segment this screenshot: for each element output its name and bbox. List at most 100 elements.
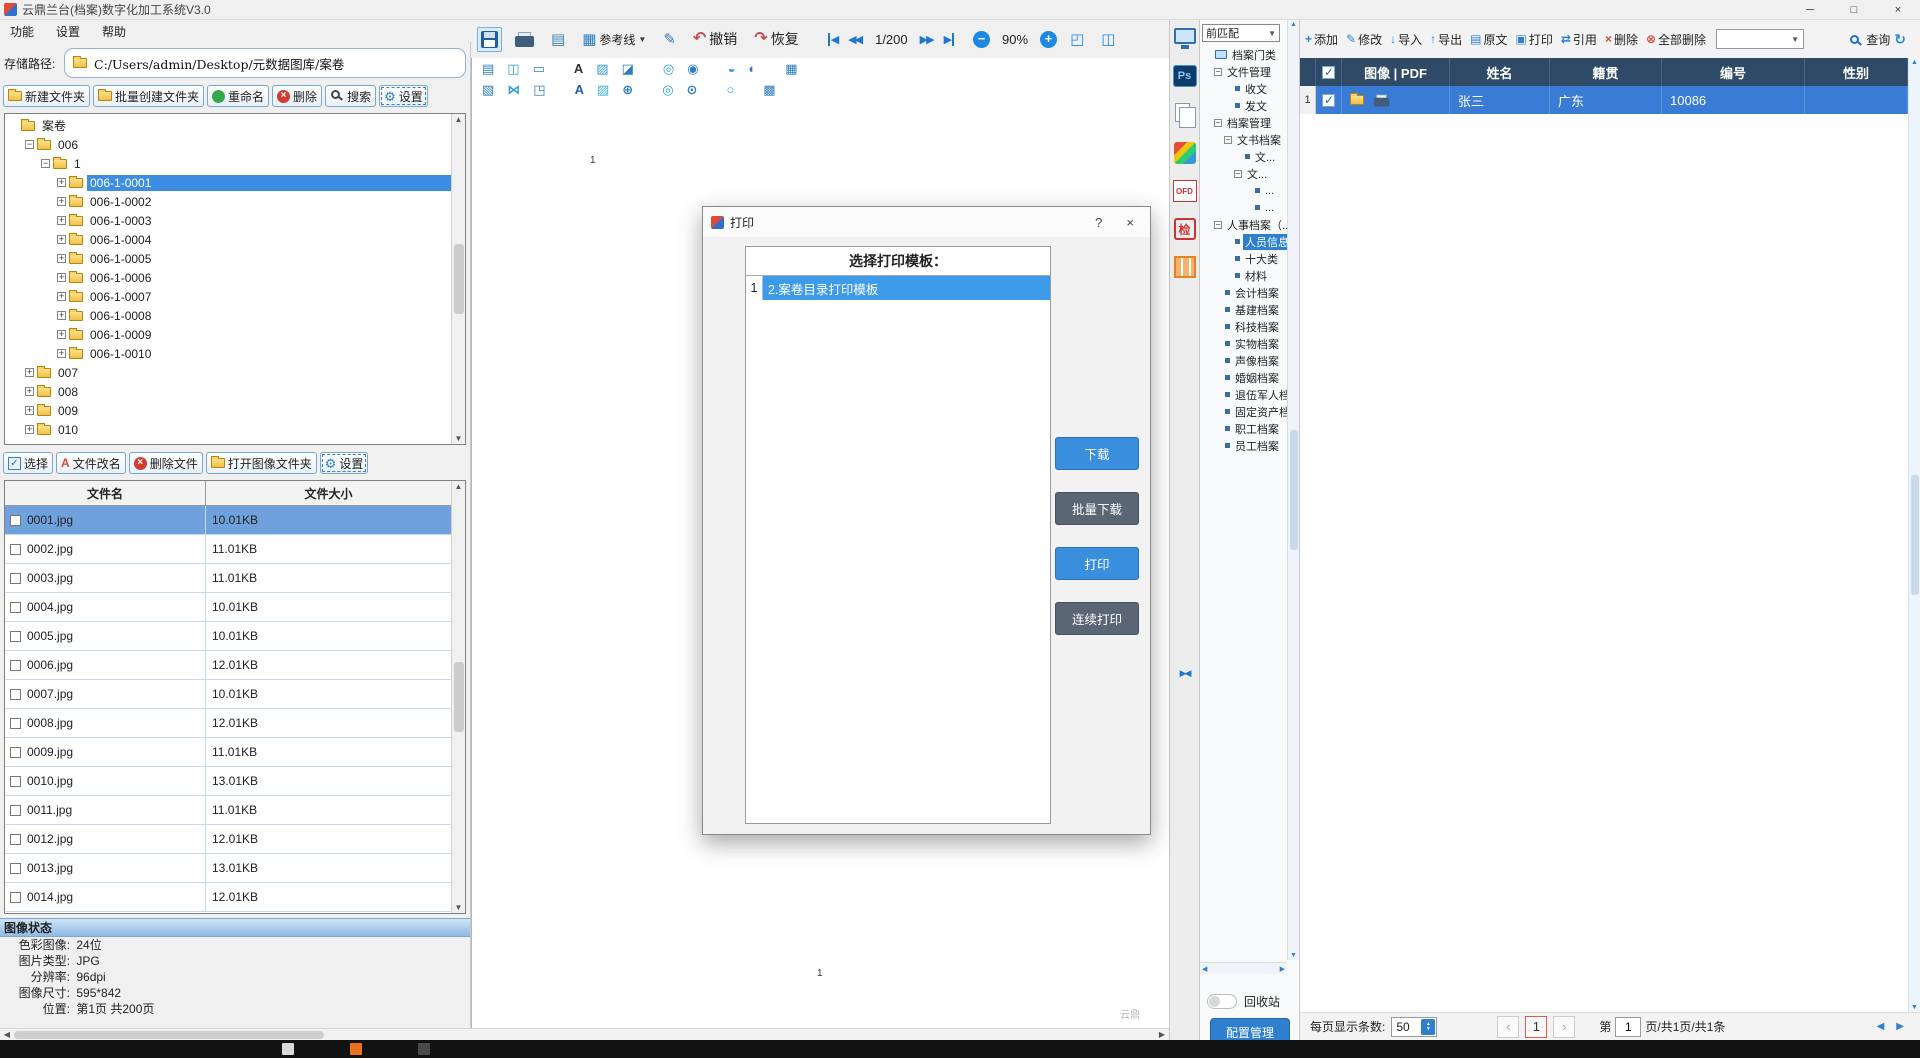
scroll-down-icon[interactable]: ▼	[455, 434, 463, 443]
file-toolbar-button[interactable]: 选择	[3, 452, 53, 474]
column-header-filesize[interactable]: 文件大小	[206, 481, 451, 505]
watermark-icon[interactable]: ⊙	[687, 83, 698, 96]
focus-icon[interactable]: ◎	[662, 83, 673, 96]
folder-toolbar-button[interactable]: 搜索	[325, 85, 376, 107]
catalog-tree-item[interactable]: 收文	[1202, 80, 1287, 97]
dialog-help-button[interactable]: ?	[1095, 215, 1102, 230]
scroll-down-icon[interactable]: ▼	[1911, 1004, 1918, 1011]
menu-settings[interactable]: 设置	[56, 23, 80, 40]
scroll-thumb[interactable]	[454, 244, 464, 314]
scroll-right-icon[interactable]: ▶	[1280, 965, 1285, 973]
scroll-left-icon[interactable]: ◀	[1877, 1021, 1885, 1032]
ink-drop-icon[interactable]: ◒	[728, 62, 736, 75]
file-row[interactable]: 0005.jpg 10.01KB	[5, 622, 451, 651]
first-page-button[interactable]: ◀	[828, 33, 839, 46]
file-row[interactable]: 0013.jpg 13.01KB	[5, 854, 451, 883]
catalog-tree-item[interactable]: ...	[1202, 199, 1287, 216]
file-checkbox[interactable]	[10, 544, 21, 555]
image-link-icon[interactable]	[1350, 95, 1364, 105]
grid-view-icon[interactable]: ▦	[785, 62, 797, 75]
original-button[interactable]: ▤ 原文	[1470, 31, 1507, 48]
import-button[interactable]: ↓ 导入	[1390, 31, 1422, 48]
catalog-tree-item[interactable]: 人员信息	[1202, 233, 1287, 250]
tree-item[interactable]: − 1	[5, 154, 451, 173]
record-row[interactable]: 1 张三 广东 10086	[1300, 86, 1908, 114]
file-checkbox[interactable]	[10, 776, 21, 787]
file-row[interactable]: 0009.jpg 11.01KB	[5, 738, 451, 767]
fit-page-button[interactable]: ◰	[1066, 28, 1088, 51]
expander-icon[interactable]: −	[1214, 119, 1222, 127]
file-table-scrollbar[interactable]: ▲ ▼	[451, 481, 465, 913]
catalog-tree-item[interactable]: 文...	[1202, 148, 1287, 165]
catalog-tree-item[interactable]: 声像档案	[1202, 352, 1287, 369]
scroll-up-icon[interactable]: ▲	[455, 482, 463, 491]
column-header-name[interactable]: 姓名	[1450, 58, 1550, 86]
scroll-left-icon[interactable]: ◀	[1202, 965, 1207, 973]
undo-button[interactable]: ↶ 撤销	[689, 25, 741, 53]
redo-button[interactable]: ↷ 恢复	[750, 25, 802, 53]
add-button[interactable]: + 添加	[1305, 31, 1338, 48]
records-scrollbar[interactable]: ▲ ▼	[1908, 58, 1920, 1012]
file-checkbox[interactable]	[10, 805, 21, 816]
file-checkbox[interactable]	[10, 747, 21, 758]
copy-pages-icon[interactable]	[1175, 103, 1190, 122]
tree-item[interactable]: + 006-1-0001	[5, 173, 451, 192]
tree-item[interactable]: + 006-1-0005	[5, 249, 451, 268]
expander-icon[interactable]: +	[57, 311, 66, 320]
scroll-up-icon[interactable]: ▲	[455, 115, 463, 124]
catalog-tree-item[interactable]: 职工档案	[1202, 420, 1287, 437]
row-checkbox[interactable]	[1322, 94, 1335, 107]
tree-item[interactable]: + 006-1-0009	[5, 325, 451, 344]
catalog-tree-item[interactable]: 十大类	[1202, 250, 1287, 267]
file-toolbar-button[interactable]: 删除文件	[129, 452, 203, 474]
expander-icon[interactable]: −	[25, 140, 34, 149]
refresh-icon[interactable]: ↻	[1894, 31, 1906, 48]
last-page-button[interactable]: ▶	[944, 33, 954, 46]
column-header-filename[interactable]: 文件名	[5, 481, 206, 505]
tree-item[interactable]: + 006-1-0006	[5, 268, 451, 287]
dialog-action-button[interactable]: 连续打印	[1055, 602, 1139, 635]
dialog-close-button[interactable]: ×	[1126, 215, 1134, 230]
inspect-icon[interactable]: 检	[1174, 218, 1196, 240]
catalog-tree-item[interactable]: − 档案管理	[1202, 114, 1287, 131]
guides-dropdown[interactable]: ▦ 参考线 ▼	[578, 27, 650, 52]
scroll-thumb[interactable]	[454, 662, 464, 732]
tree-item[interactable]: + 006-1-0010	[5, 344, 451, 363]
ofd-icon[interactable]: OFD	[1173, 180, 1197, 202]
file-checkbox[interactable]	[10, 834, 21, 845]
spinner-icon[interactable]: ▲ ▼	[1421, 1019, 1435, 1035]
rotate-icon[interactable]: ⊕	[622, 83, 633, 96]
catalog-tree-item[interactable]: 发文	[1202, 97, 1287, 114]
catalog-horizontal-scrollbar[interactable]: ◀ ▶	[1200, 962, 1287, 974]
current-page-button[interactable]: 1	[1525, 1016, 1547, 1038]
camera-scanner-icon[interactable]	[1174, 28, 1196, 44]
scroll-up-icon[interactable]: ▲	[1290, 21, 1297, 28]
annotate-button[interactable]: ✎	[659, 28, 680, 51]
page-size-input[interactable]: 50 ▲ ▼	[1391, 1017, 1437, 1037]
crop-frame-icon[interactable]: ◳	[533, 83, 545, 96]
table-grid-icon[interactable]: ▩	[763, 83, 775, 96]
taskbar-app-icon[interactable]	[418, 1043, 430, 1055]
column-header-gender[interactable]: 性别	[1805, 58, 1908, 86]
stamp-icon[interactable]: ◪	[622, 62, 634, 75]
save-button[interactable]	[477, 27, 502, 52]
folder-toolbar-button[interactable]: 批量创建文件夹	[93, 85, 204, 107]
expander-icon[interactable]: +	[25, 387, 34, 396]
scroll-right-icon[interactable]: ▶	[1896, 1021, 1904, 1032]
file-row[interactable]: 0008.jpg 12.01KB	[5, 709, 451, 738]
catalog-tree-item[interactable]: ...	[1202, 182, 1287, 199]
taskbar-app-icon[interactable]	[282, 1043, 294, 1055]
split-page-icon[interactable]: ◫	[507, 62, 519, 75]
pdf-print-icon[interactable]	[1374, 94, 1389, 106]
folder-toolbar-button[interactable]: 新建文件夹	[3, 85, 90, 107]
recycle-bin-toggle[interactable]	[1207, 994, 1237, 1009]
column-header-code[interactable]: 编号	[1662, 58, 1805, 86]
file-toolbar-button[interactable]: 设置	[320, 452, 369, 474]
close-button[interactable]: ×	[1876, 0, 1920, 20]
scroll-thumb[interactable]	[1290, 430, 1298, 550]
reference-button[interactable]: ⇄ 引用	[1561, 31, 1597, 48]
tree-scrollbar[interactable]: ▲ ▼	[451, 114, 465, 444]
zoom-out-button[interactable]: −	[973, 31, 990, 48]
catalog-tree-item[interactable]: 会计档案	[1202, 284, 1287, 301]
expander-icon[interactable]: +	[57, 349, 66, 358]
